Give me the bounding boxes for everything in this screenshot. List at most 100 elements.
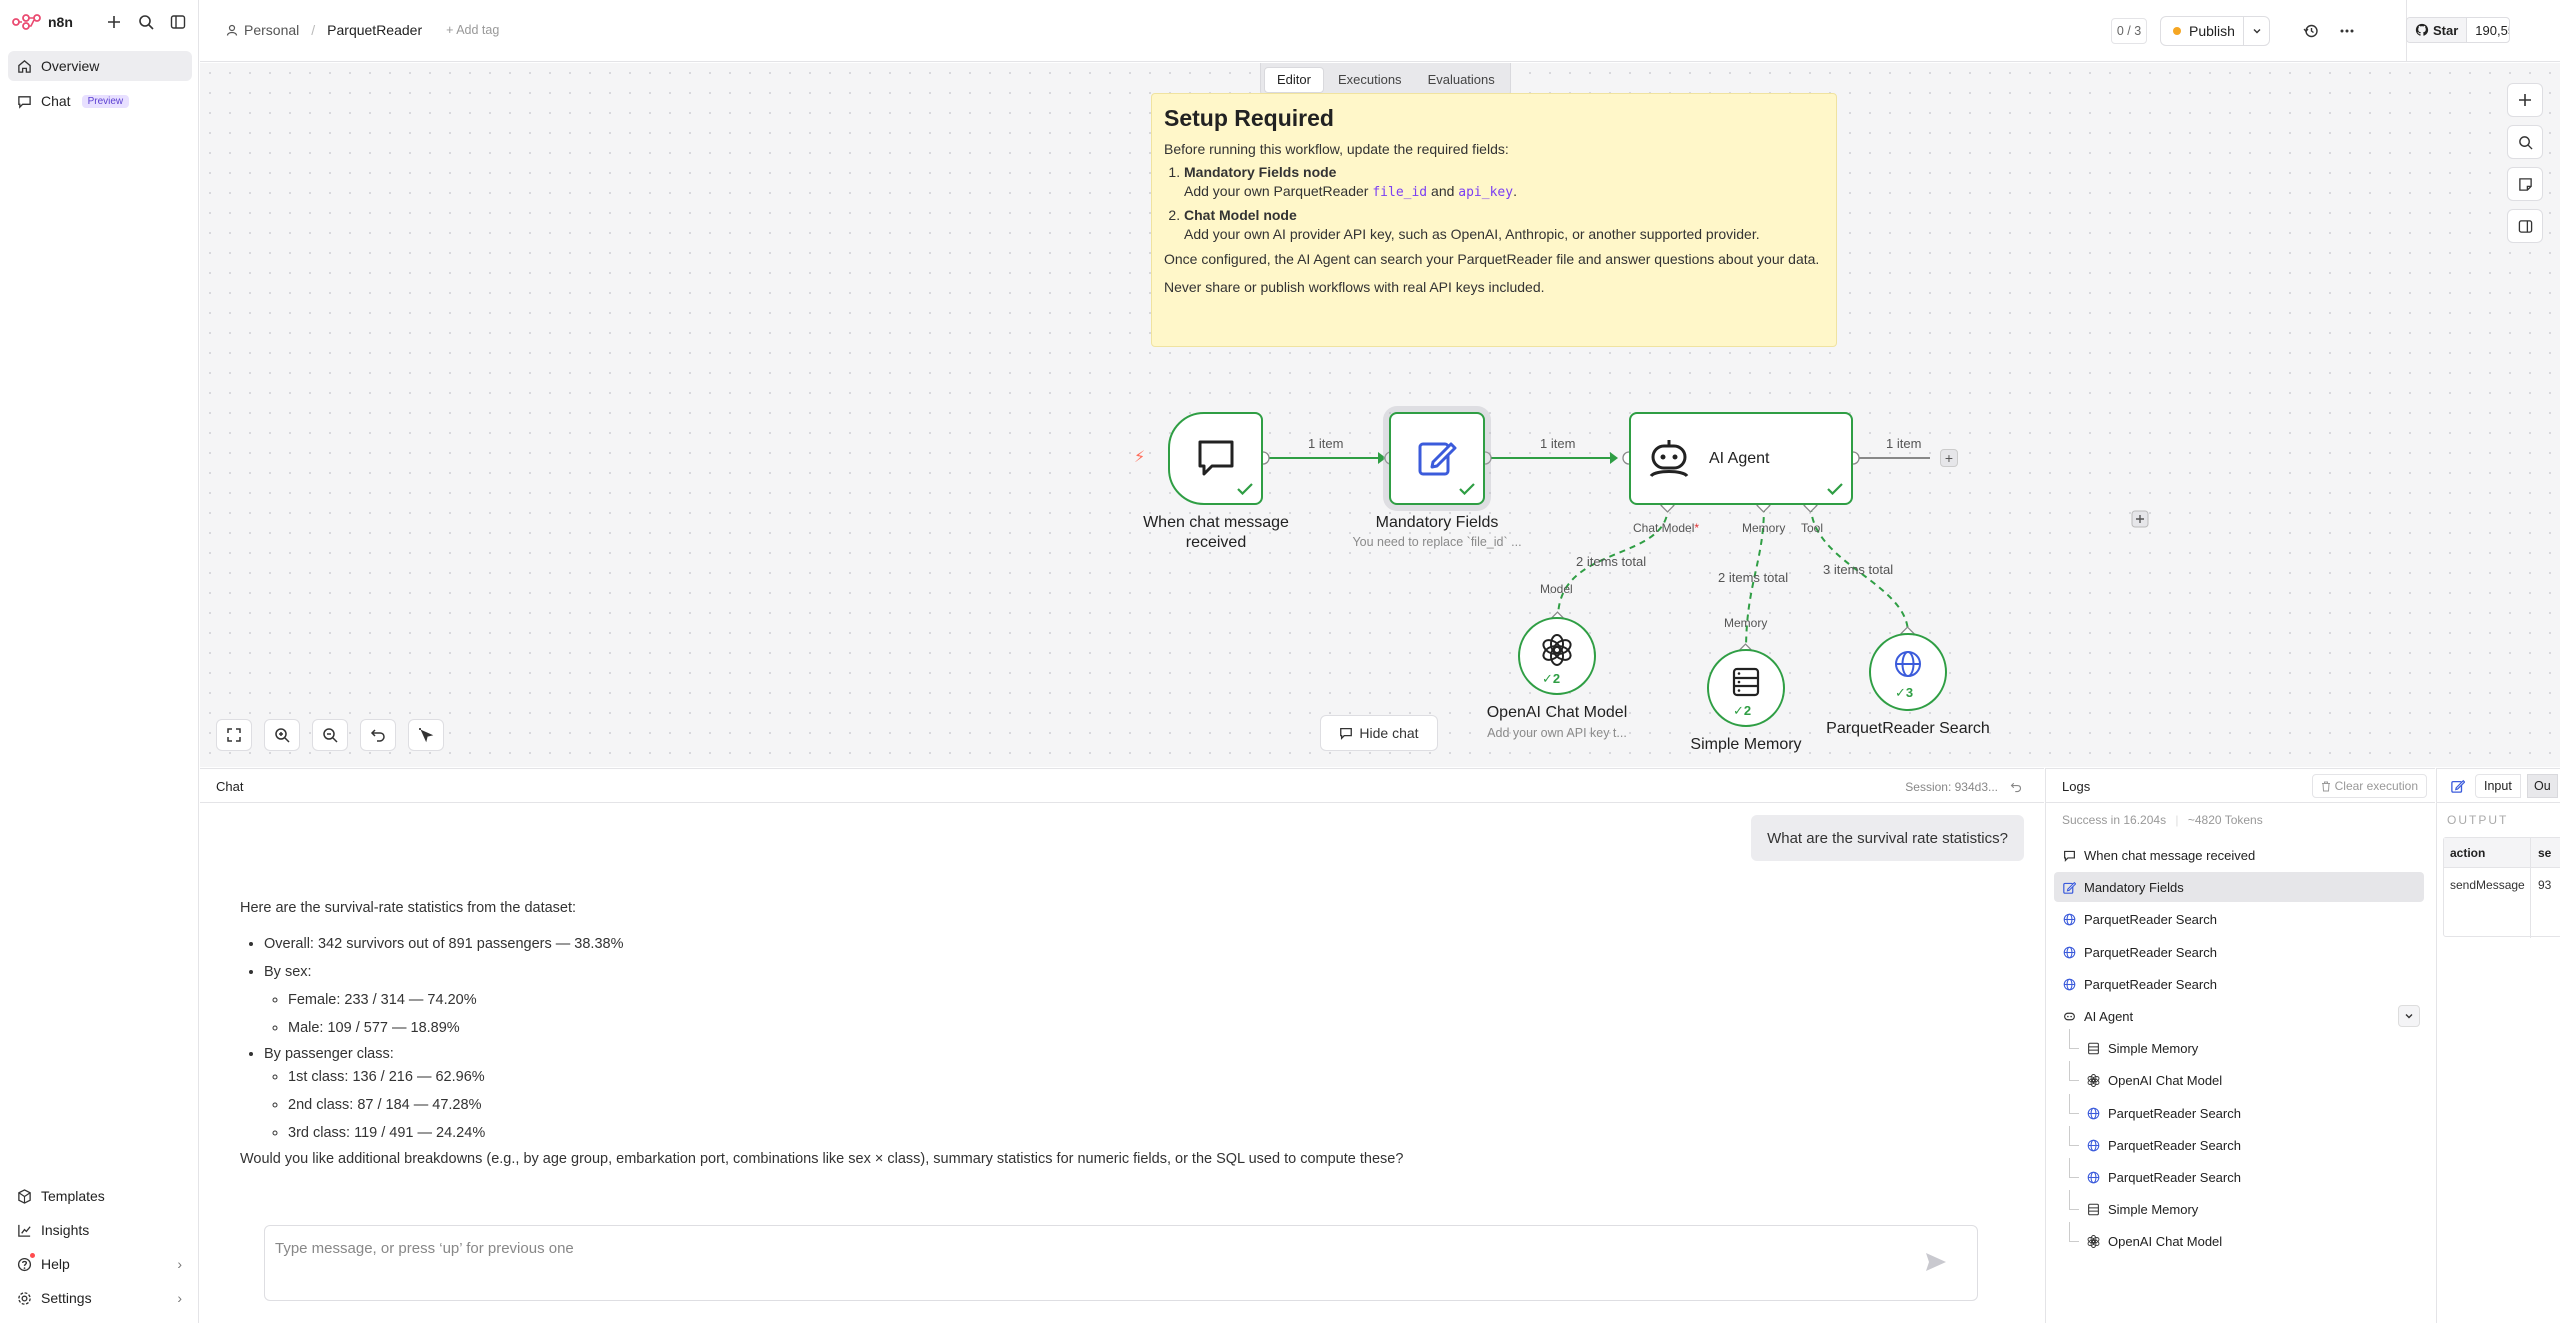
workflow-canvas[interactable]: Editor Executions Evaluations Setup Requ… — [200, 63, 2560, 767]
log-row[interactable]: Simple Memory — [2054, 1190, 2424, 1224]
chevron-down-icon[interactable] — [2398, 1005, 2420, 1027]
add-tag-button[interactable]: + Add tag — [446, 23, 499, 37]
port-memory: Memory — [1742, 521, 1786, 535]
chat-bubble-icon — [16, 93, 32, 109]
breadcrumb-separator: / — [311, 22, 316, 38]
edge-label: 1 item — [1308, 436, 1344, 451]
node-label: Simple Memory — [1690, 736, 1802, 753]
breadcrumb: Personal / ParquetReader + Add tag — [226, 22, 499, 38]
chat-panel: Chat Session: 934d3... What are the surv… — [200, 768, 2044, 1323]
sidebar-item-chat[interactable]: Chat Preview — [8, 86, 192, 116]
log-row[interactable]: OpenAI Chat Model — [2054, 1222, 2424, 1256]
sidebar-item-label: Help — [41, 1256, 70, 1272]
chat-title: Chat — [216, 779, 244, 794]
chat-message-input[interactable]: Type message, or press ‘up’ for previous… — [264, 1225, 1978, 1301]
sidebar-item-templates[interactable]: Templates — [8, 1181, 192, 1211]
fit-view-icon[interactable] — [216, 719, 252, 751]
sidebar-item-label: Settings — [41, 1290, 92, 1306]
log-row[interactable]: ParquetReader Search — [2054, 969, 2424, 999]
panel-toggle-icon[interactable] — [2507, 209, 2543, 243]
zoom-in-icon[interactable] — [264, 719, 300, 751]
node-label: OpenAI Chat Model — [1486, 704, 1628, 721]
preview-badge: Preview — [81, 94, 130, 108]
answer-list: Overall: 342 survivors out of 891 passen… — [240, 935, 1403, 1143]
chevron-down-icon[interactable] — [2243, 17, 2269, 45]
sidebar-item-settings[interactable]: Settings › — [8, 1283, 192, 1313]
edit-icon[interactable] — [2451, 779, 2465, 793]
tab-input[interactable]: Input — [2475, 774, 2521, 798]
breadcrumb-project[interactable]: Personal — [244, 22, 299, 38]
history-icon[interactable] — [2298, 18, 2324, 44]
port-label: Chat Model — [1633, 521, 1695, 535]
search-icon[interactable] — [2507, 125, 2543, 159]
sidebar-item-overview[interactable]: Overview — [8, 51, 192, 81]
log-row[interactable]: Mandatory Fields — [2054, 872, 2424, 902]
node-label: ParquetReader Search — [1826, 720, 1990, 737]
log-row[interactable]: AI Agent — [2054, 1001, 2424, 1031]
sticky-note-icon[interactable] — [2507, 167, 2543, 201]
zoom-out-icon[interactable] — [312, 719, 348, 751]
log-row-label: ParquetReader Search — [2108, 1137, 2241, 1153]
connections-layer — [1256, 451, 2149, 658]
edit-icon — [1418, 442, 1457, 476]
required-marker: * — [1694, 521, 1700, 535]
hide-chat-button[interactable]: Hide chat — [1320, 715, 1438, 751]
undo-icon[interactable] — [360, 719, 396, 751]
sidebar-item-help[interactable]: Help › — [8, 1249, 192, 1279]
log-row-label: AI Agent — [2084, 1008, 2134, 1024]
globe-icon — [2086, 1138, 2100, 1152]
gear-icon — [16, 1290, 32, 1306]
log-row[interactable]: ParquetReader Search — [2054, 1158, 2424, 1192]
list-item: Overall: 342 survivors out of 891 passen… — [264, 935, 1403, 954]
n8n-logo[interactable]: n8n — [12, 12, 73, 32]
session-id[interactable]: Session: 934d3... — [1905, 780, 1998, 794]
log-row[interactable]: ParquetReader Search — [2054, 904, 2424, 934]
answer-followup: Would you like additional breakdowns (e.… — [240, 1151, 1404, 1167]
port-tool: Tool — [1801, 521, 1824, 535]
tree-connector — [2069, 1222, 2079, 1242]
search-icon[interactable] — [134, 10, 158, 34]
log-row[interactable]: ParquetReader Search — [2054, 937, 2424, 967]
log-row-label: Mandatory Fields — [2084, 879, 2184, 895]
reset-session-icon[interactable] — [2010, 781, 2022, 793]
clear-execution-button[interactable]: Clear execution — [2311, 774, 2427, 798]
github-star-button[interactable]: Star 190,554 — [2406, 17, 2510, 43]
list-item: 3rd class: 119 / 491 — 24.24% — [288, 1124, 1403, 1143]
help-icon — [16, 1253, 35, 1272]
log-row-label: OpenAI Chat Model — [2108, 1072, 2223, 1088]
log-row[interactable]: ParquetReader Search — [2054, 1126, 2424, 1160]
node-simple-memory[interactable]: ✓2 — [1707, 649, 1785, 727]
workflow-name[interactable]: ParquetReader — [327, 22, 422, 38]
send-icon[interactable] — [1925, 1252, 1947, 1272]
port-chat-model: Chat Model* — [1633, 521, 1699, 535]
run-count: ✓2 — [1733, 703, 1752, 718]
node-ai-agent[interactable]: AI Agent — [1629, 412, 1853, 505]
node-parquetreader-search[interactable]: ✓3 — [1869, 633, 1947, 711]
output-table: action se sendMessage 93 — [2443, 837, 2560, 938]
collapse-sidebar-icon[interactable] — [166, 10, 190, 34]
node-chat-trigger[interactable] — [1168, 412, 1263, 505]
log-row[interactable]: Simple Memory — [2054, 1029, 2424, 1063]
edge-label: 1 item — [1886, 436, 1922, 451]
list-item: By passenger class: 1st class: 136 / 216… — [264, 1045, 1403, 1143]
log-row[interactable]: When chat message received — [2054, 840, 2424, 870]
sidebar-item-insights[interactable]: Insights — [8, 1215, 192, 1245]
tidy-up-icon[interactable] — [408, 719, 444, 751]
log-row[interactable]: ParquetReader Search — [2054, 1094, 2424, 1128]
database-icon — [2086, 1041, 2100, 1055]
add-node-icon[interactable] — [2507, 83, 2543, 117]
tab-output[interactable]: Ou — [2527, 774, 2558, 798]
more-options-icon[interactable] — [2334, 18, 2360, 44]
templates-icon — [16, 1188, 32, 1204]
node-openai-chat-model[interactable]: ✓2 — [1518, 617, 1596, 695]
add-icon[interactable] — [102, 10, 126, 34]
node-mandatory-fields[interactable] — [1389, 412, 1485, 505]
log-row[interactable]: OpenAI Chat Model — [2054, 1061, 2424, 1095]
clear-label: Clear execution — [2334, 779, 2418, 793]
add-node-icon[interactable]: + — [1940, 449, 1958, 467]
openai-icon — [1542, 634, 1572, 666]
globe-icon — [1895, 651, 1921, 677]
publish-button[interactable]: Publish — [2160, 16, 2270, 46]
header: Personal / ParquetReader + Add tag 0 / 3… — [200, 0, 2560, 62]
list-item: 2nd class: 87 / 184 — 47.28% — [288, 1096, 1403, 1115]
